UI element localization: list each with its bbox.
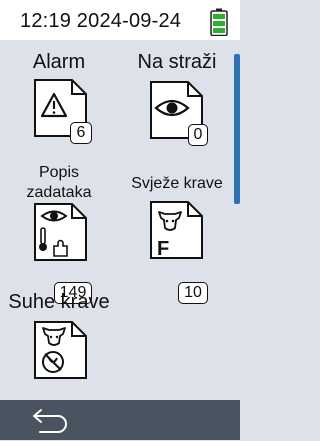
tile-label-line1: Popis <box>38 164 80 181</box>
tile-suhe-krave[interactable]: Suhe krave 15 <box>0 276 118 424</box>
tile-popis-zadataka[interactable]: Popis zadataka 149 <box>0 158 118 304</box>
back-button[interactable] <box>28 404 76 436</box>
tile-alarm[interactable]: Alarm 6 <box>0 40 118 150</box>
scrollbar[interactable] <box>234 54 240 204</box>
tile-na-strazi[interactable]: Na straži 0 <box>120 40 234 150</box>
eye-thermometer-icon <box>34 203 87 261</box>
count-badge: 0 <box>188 124 208 146</box>
tile-label: Alarm <box>32 51 86 73</box>
time-date: 12:19 2024-09-24 <box>20 10 182 32</box>
svg-text:F: F <box>157 238 169 260</box>
battery-full-icon <box>210 8 228 36</box>
tile-label: Suhe krave <box>8 291 110 313</box>
cow-F-icon: F <box>150 201 203 260</box>
tile-label-line2: zadataka <box>26 184 92 201</box>
bottom-bar <box>0 400 240 440</box>
back-arrow-icon <box>33 409 67 433</box>
count-badge: 6 <box>70 122 92 144</box>
tile-grid: Alarm 6 Na straži 0 Popis zadataka 149 S… <box>0 40 240 424</box>
tile-label: Svježe krave <box>131 175 223 192</box>
count-badge: 10 <box>178 282 208 304</box>
tile-svjeze-krave[interactable]: Svježe krave F 10 <box>120 158 234 304</box>
tile-label: Na straži <box>137 51 217 73</box>
cow-dry-icon <box>34 321 87 379</box>
status-bar: 12:19 2024-09-24 <box>0 0 240 40</box>
